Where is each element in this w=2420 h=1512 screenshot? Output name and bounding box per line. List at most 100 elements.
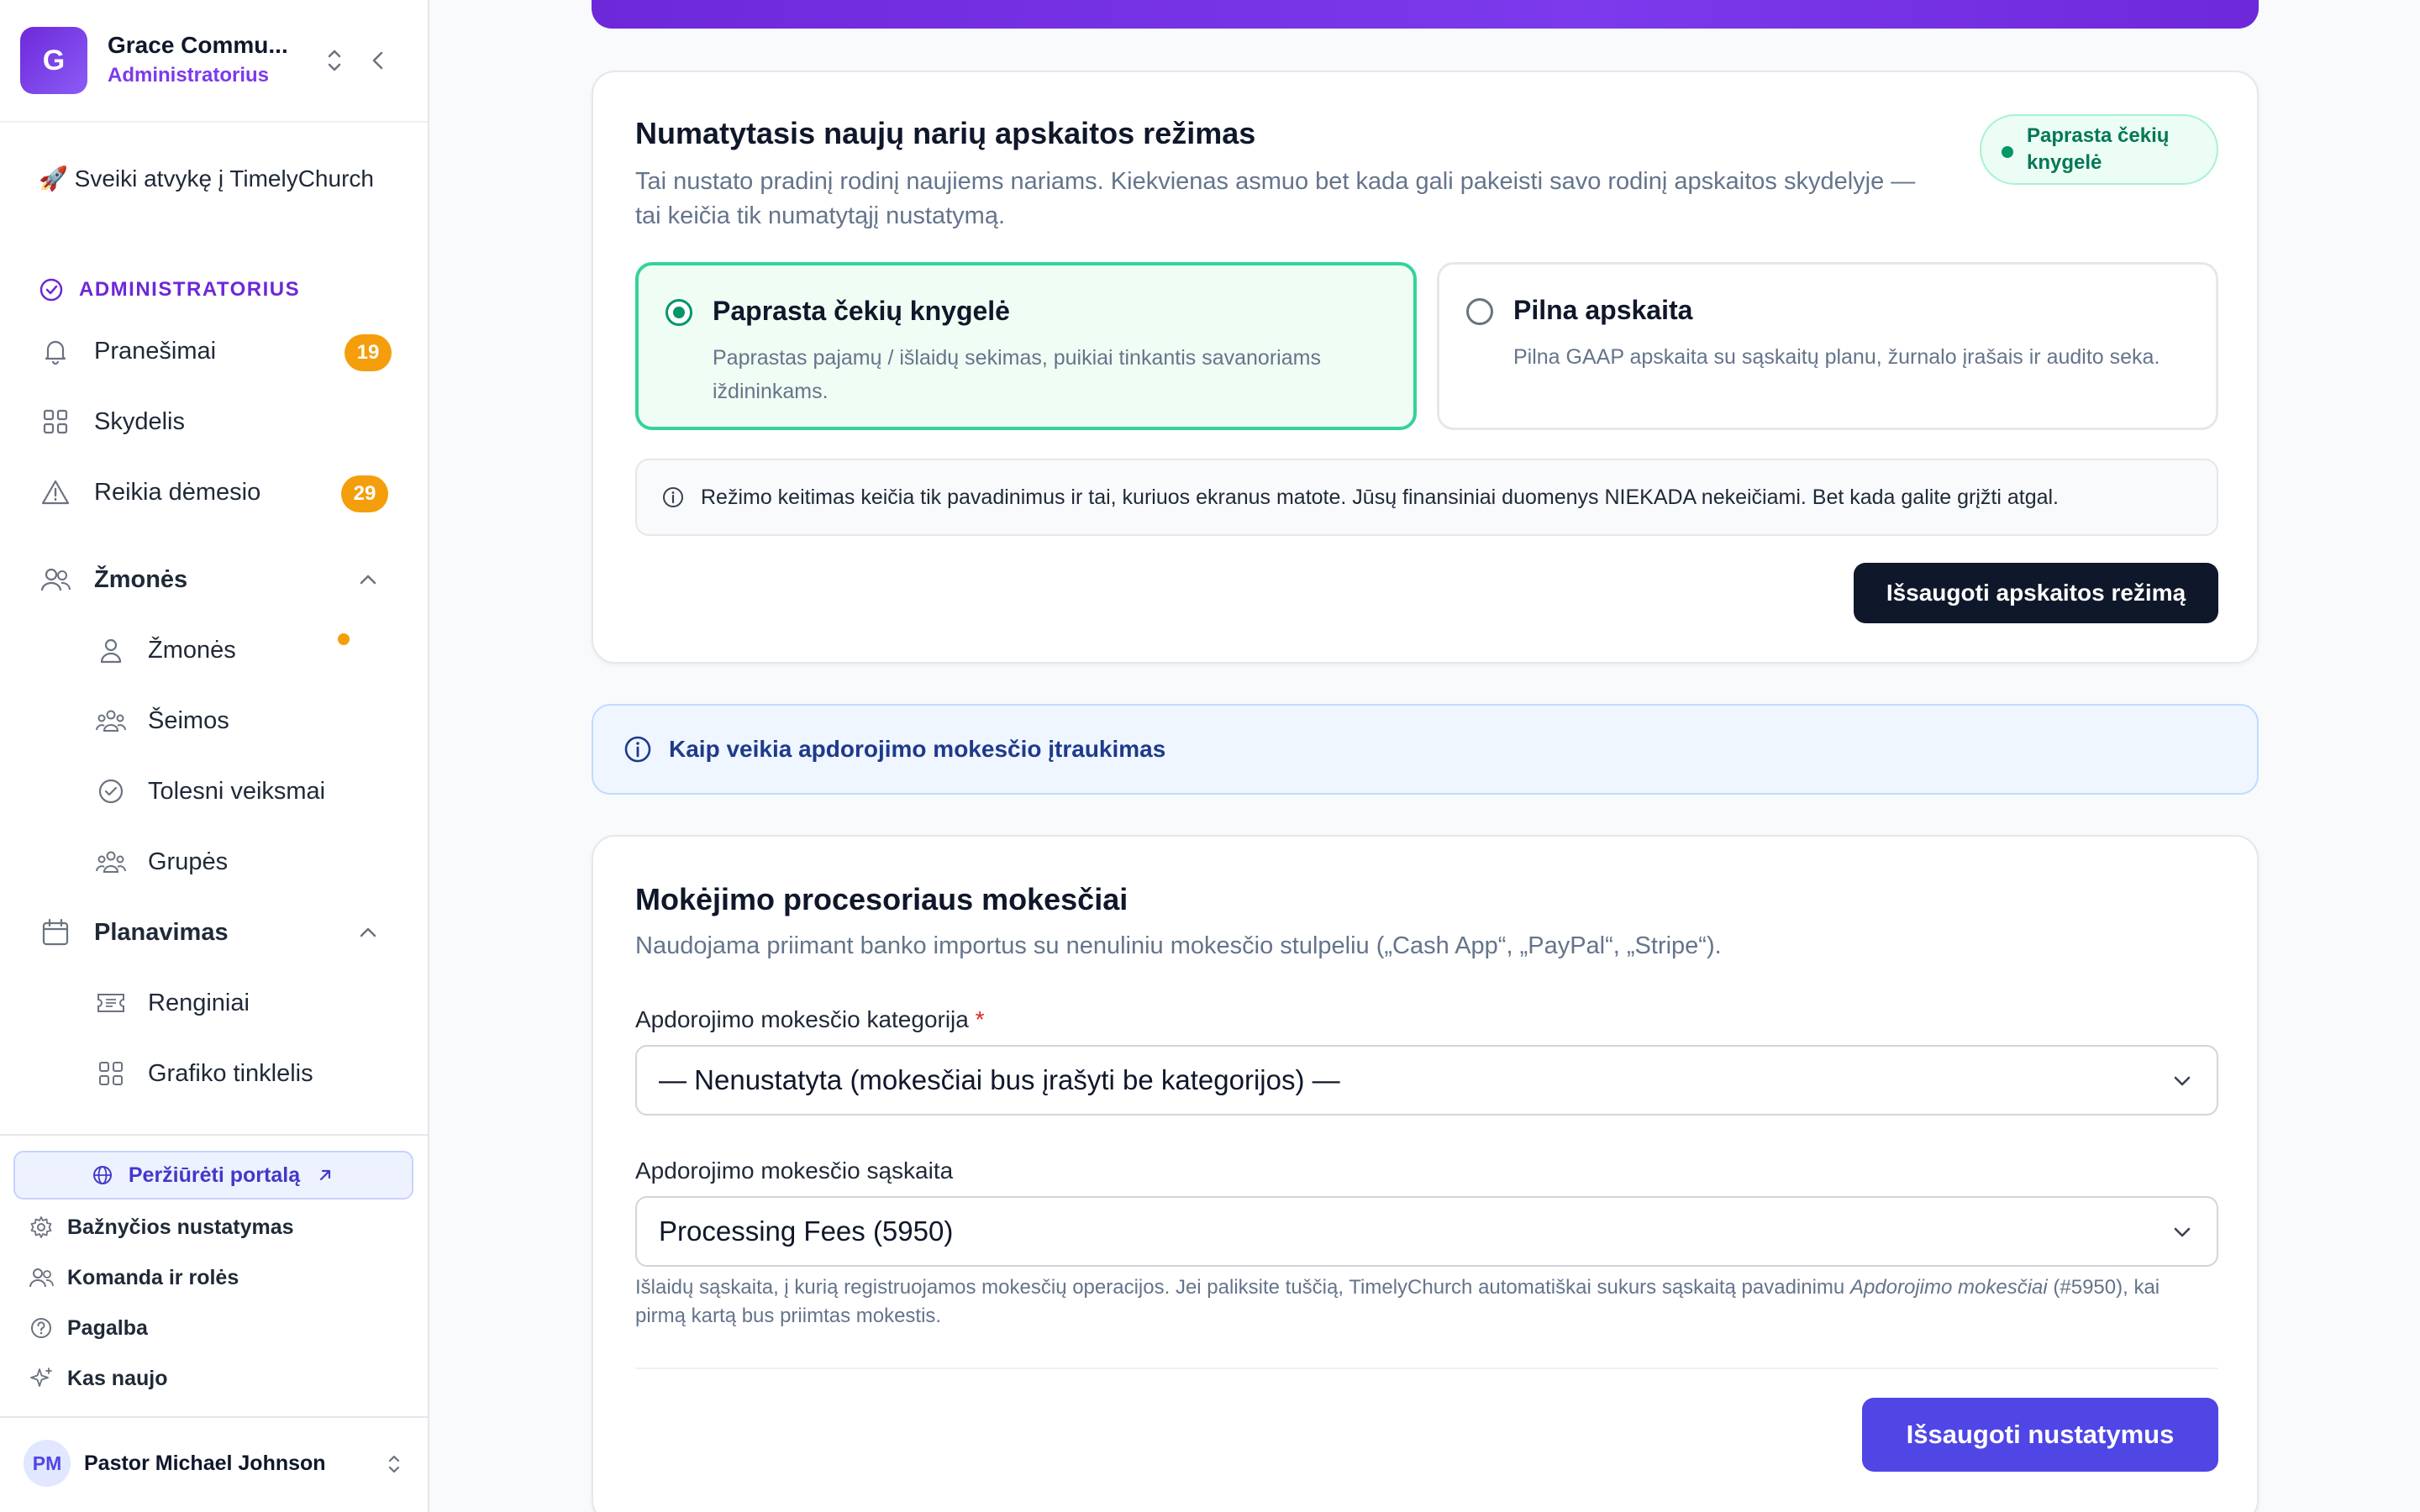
sidebar-item-events[interactable]: Renginiai: [94, 979, 397, 1026]
check-circle-icon: [94, 774, 128, 808]
sidebar-item-church-settings[interactable]: Bažnyčios nustatymas: [29, 1207, 398, 1247]
sidebar-item-label: Kas naujo: [67, 1366, 168, 1390]
calendar-icon: [39, 916, 72, 949]
section-administrator: ADMINISTRATORIUS: [39, 277, 300, 302]
fee-category-label-text: Apdorojimo mokesčio kategorija: [635, 1006, 969, 1032]
sidebar-item-whats-new[interactable]: Kas naujo: [29, 1358, 398, 1399]
warning-icon: [39, 475, 72, 509]
fee-account-label: Apdorojimo mokesčio sąskaita: [635, 1158, 954, 1184]
check-circle-icon: [39, 278, 63, 302]
chevron-up-icon[interactable]: [356, 568, 380, 591]
sidebar-item-label: Skydelis: [94, 407, 185, 435]
attention-count-badge: 29: [341, 475, 388, 512]
save-accounting-mode-button[interactable]: Išsaugoti apskaitos režimą: [1854, 563, 2218, 623]
globe-icon: [92, 1166, 112, 1184]
current-mode-badge: Paprasta čekių knygelė: [1980, 114, 2218, 185]
radio-unselected[interactable]: [1466, 298, 1493, 325]
help-icon: [29, 1315, 54, 1341]
groups-icon: [94, 845, 128, 879]
processor-fees-description: Naudojama priimant banko importus su nen…: [635, 932, 1722, 959]
sidebar-item-label: Grafiko tinklelis: [148, 1059, 313, 1087]
sidebar-item-label: Pranešimai: [94, 337, 217, 365]
mode-option-full[interactable]: Pilna apskaita Pilna GAAP apskaita su są…: [1437, 262, 2218, 430]
fee-account-help: Išlaidų sąskaita, į kurią registruojamos…: [635, 1273, 2198, 1331]
status-dot: [2002, 146, 2013, 158]
org-switcher[interactable]: G Grace Commu... Administratorius: [0, 0, 428, 123]
sidebar-item-dashboard[interactable]: Skydelis: [39, 398, 392, 445]
grid-icon: [39, 405, 72, 438]
fee-category-label: Apdorojimo mokesčio kategorija *: [635, 1006, 985, 1033]
processing-fee-info-toggle[interactable]: Kaip veikia apdorojimo mokesčio įtraukim…: [592, 704, 2259, 795]
save-settings-button[interactable]: Išsaugoti nustatymus: [1862, 1398, 2218, 1472]
sidebar-item-people[interactable]: Žmonės: [94, 627, 397, 674]
chevron-updown-icon[interactable]: [383, 1450, 405, 1478]
processor-fees-title: Mokėjimo procesoriaus mokesčiai: [635, 882, 1128, 916]
fee-category-select[interactable]: — Nenustatyta (mokesčiai bus įrašyti be …: [635, 1045, 2218, 1116]
sidebar-item-label: Grupės: [148, 848, 229, 875]
chevron-down-icon: [2174, 1076, 2191, 1086]
sidebar-divider: [0, 1416, 428, 1418]
user-name[interactable]: Pastor Michael Johnson: [84, 1452, 326, 1476]
welcome-link[interactable]: 🚀 Sveiki atvykę į TimelyChurch: [39, 161, 392, 196]
sidebar-item-label: Šeimos: [148, 706, 229, 734]
sidebar-item-label: Pagalba: [67, 1315, 148, 1340]
fee-account-value: Processing Fees (5950): [659, 1215, 954, 1247]
help-text-account-name: Apdorojimo mokesčiai: [1849, 1276, 2048, 1299]
info-icon: [660, 485, 686, 510]
sidebar-item-notifications[interactable]: Pranešimai 19: [39, 328, 392, 375]
user-icon: [94, 633, 128, 667]
collapse-sidebar-icon[interactable]: [366, 45, 390, 76]
sidebar-item-families[interactable]: Šeimos: [94, 697, 397, 744]
org-role: Administratorius: [108, 64, 270, 87]
sidebar-item-label: Bažnyčios nustatymas: [67, 1215, 294, 1239]
mode-option-title: Pilna apskaita: [1513, 295, 1693, 325]
sidebar-group-people[interactable]: Žmonės: [39, 556, 392, 603]
mode-option-description: Paprastas pajamų / išlaidų sekimas, puik…: [713, 346, 1321, 403]
sidebar-group-label: Planavimas: [94, 918, 229, 946]
org-name: Grace Commu...: [108, 32, 288, 58]
sidebar: G Grace Commu... Administratorius 🚀 Svei…: [0, 0, 429, 1512]
sidebar-item-label: Renginiai: [148, 989, 250, 1016]
sidebar-item-follow-ups[interactable]: Tolesni veiksmai: [94, 768, 397, 815]
mode-change-note-text: Režimo keitimas keičia tik pavadinimus i…: [701, 485, 2060, 509]
mode-option-description: Pilna GAAP apskaita su sąskaitų planu, ž…: [1513, 345, 2160, 369]
sidebar-item-team-roles[interactable]: Komanda ir rolės: [29, 1257, 398, 1298]
family-icon: [94, 704, 128, 738]
required-marker: *: [975, 1006, 985, 1032]
accounting-mode-card: Numatytasis naujų narių apskaitos režima…: [592, 71, 2259, 664]
bell-icon: [39, 334, 72, 368]
team-icon: [29, 1265, 54, 1290]
fee-category-value: — Nenustatyta (mokesčiai bus įrašyti be …: [659, 1064, 1340, 1095]
accounting-mode-title: Numatytasis naujų narių apskaitos režima…: [635, 116, 1256, 150]
sidebar-item-label: Tolesni veiksmai: [148, 777, 326, 805]
people-icon: [39, 563, 72, 596]
sparkle-icon: [29, 1366, 54, 1391]
mode-option-title: Paprasta čekių knygelė: [713, 296, 1010, 326]
sidebar-item-label: Komanda ir rolės: [67, 1265, 239, 1289]
sidebar-item-help[interactable]: Pagalba: [29, 1308, 398, 1348]
sidebar-item-groups[interactable]: Grupės: [94, 838, 397, 885]
card-divider: [635, 1368, 2218, 1369]
help-text-part: Išlaidų sąskaita, į kurią registruojamos…: [635, 1276, 1850, 1299]
notification-count-badge: 19: [345, 334, 392, 371]
chevron-up-icon[interactable]: [356, 921, 380, 944]
view-portal-label: Peržiūrėti portalą: [128, 1163, 301, 1187]
processing-fee-info-label: Kaip veikia apdorojimo mokesčio įtraukim…: [669, 736, 1166, 762]
chevron-updown-icon[interactable]: [323, 45, 346, 76]
chevron-down-icon: [2174, 1227, 2191, 1237]
sidebar-item-attention[interactable]: Reikia dėmesio 29: [39, 469, 392, 516]
processor-fees-card: Mokėjimo procesoriaus mokesčiai Naudojam…: [592, 835, 2259, 1512]
section-admin-label: ADMINISTRATORIUS: [79, 278, 301, 301]
sidebar-item-schedule-grid[interactable]: Grafiko tinklelis: [94, 1050, 397, 1097]
current-mode-label: Paprasta čekių knygelė: [2027, 124, 2170, 174]
mode-option-simple[interactable]: Paprasta čekių knygelė Paprastas pajamų …: [635, 262, 1417, 430]
avatar[interactable]: PM: [24, 1440, 71, 1487]
sidebar-group-planning[interactable]: Planavimas: [39, 909, 392, 956]
sidebar-group-label: Žmonės: [94, 565, 188, 593]
org-logo: G: [20, 27, 87, 94]
sidebar-divider: [0, 1134, 428, 1136]
radio-selected[interactable]: [666, 299, 692, 326]
page-header-banner: [592, 0, 2259, 29]
fee-account-select[interactable]: Processing Fees (5950): [635, 1196, 2218, 1267]
view-portal-button[interactable]: Peržiūrėti portalą: [13, 1151, 413, 1200]
